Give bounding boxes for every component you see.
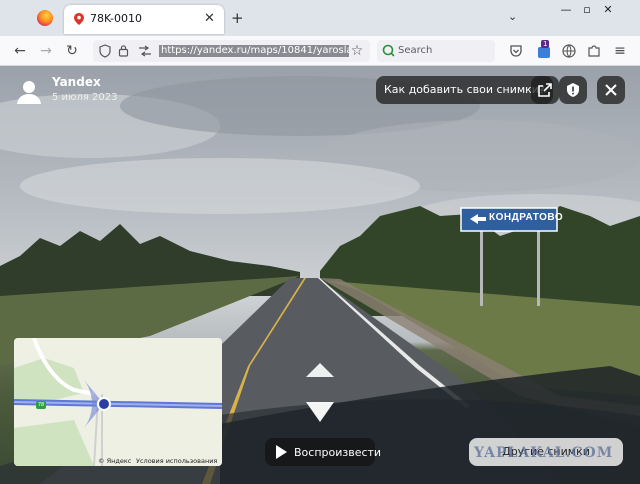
- window-close-icon[interactable]: ✕: [598, 3, 618, 17]
- pocket-icon[interactable]: [509, 44, 523, 58]
- reload-icon[interactable]: ↻: [63, 42, 81, 60]
- road-sign-label: КОНДРАТОВО: [489, 212, 564, 223]
- road-number-badge: 78: [37, 402, 45, 408]
- extension-icon[interactable]: 1: [536, 40, 552, 59]
- forward-icon[interactable]: →: [37, 42, 55, 60]
- menu-icon[interactable]: ≡: [611, 42, 629, 60]
- play-icon: [276, 445, 287, 459]
- firefox-logo-icon[interactable]: [37, 10, 53, 26]
- tab-title: 78K-0010: [90, 12, 143, 25]
- play-button[interactable]: Воспроизвести: [265, 438, 381, 466]
- minimap[interactable]: 78 © Яндекс Условия использования: [14, 338, 222, 466]
- add-photos-button[interactable]: Как добавить свои снимки?: [376, 76, 553, 104]
- author-name[interactable]: Yandex: [52, 75, 101, 89]
- search-input[interactable]: Search: [377, 40, 495, 62]
- warning-shield-icon: [567, 83, 579, 97]
- new-tab-icon[interactable]: +: [231, 9, 244, 27]
- maximize-icon[interactable]: ▫: [577, 3, 597, 17]
- lock-icon[interactable]: [118, 44, 129, 57]
- play-label: Воспроизвести: [294, 446, 382, 459]
- permissions-icon[interactable]: [138, 45, 152, 57]
- avatar[interactable]: [14, 76, 44, 106]
- watermark: YAPLAKAL.COM: [474, 445, 614, 461]
- extension-puzzle-icon: [538, 47, 550, 58]
- list-tabs-icon[interactable]: ⌄: [508, 10, 517, 23]
- minimize-icon[interactable]: —: [556, 3, 576, 17]
- url-text[interactable]: https://yandex.ru/maps/10841/yaroslavl-o…: [159, 45, 349, 57]
- tab-close-icon[interactable]: ✕: [204, 11, 215, 26]
- map-pin-icon: [74, 13, 84, 25]
- report-button[interactable]: [559, 76, 587, 104]
- address-bar[interactable]: https://yandex.ru/maps/10841/yaroslavl-o…: [93, 40, 370, 62]
- terms-link[interactable]: Условия использования: [136, 457, 217, 465]
- tab-bar: 78K-0010 ✕ + ⌄ — ▫ ✕: [0, 0, 640, 36]
- close-panorama-button[interactable]: [597, 76, 625, 104]
- navigation-bar: ← → ↻ https://yandex.ru/maps/10841/yaros…: [0, 36, 640, 66]
- arrow-back-icon[interactable]: [304, 399, 336, 425]
- bookmark-star-icon[interactable]: ☆: [348, 42, 366, 60]
- arrow-forward-icon[interactable]: [304, 360, 336, 380]
- search-placeholder: Search: [398, 45, 433, 56]
- extensions-puzzle-icon[interactable]: [587, 44, 601, 58]
- panorama-viewer[interactable]: КОНДРАТОВО Yandex 5 июля 2023 Как добави…: [0, 66, 640, 484]
- share-icon: [538, 83, 552, 97]
- extension-badge: 1: [541, 40, 550, 48]
- search-engine-icon: [382, 44, 395, 57]
- shield-icon[interactable]: [99, 44, 111, 58]
- close-icon: [605, 84, 617, 96]
- back-icon[interactable]: ←: [11, 42, 29, 60]
- photo-date: 5 июля 2023: [52, 92, 118, 103]
- yandex-logo: © Яндекс: [98, 457, 132, 465]
- globe-icon[interactable]: [562, 44, 576, 58]
- share-button[interactable]: [531, 76, 559, 104]
- tab-active[interactable]: 78K-0010 ✕: [64, 5, 224, 34]
